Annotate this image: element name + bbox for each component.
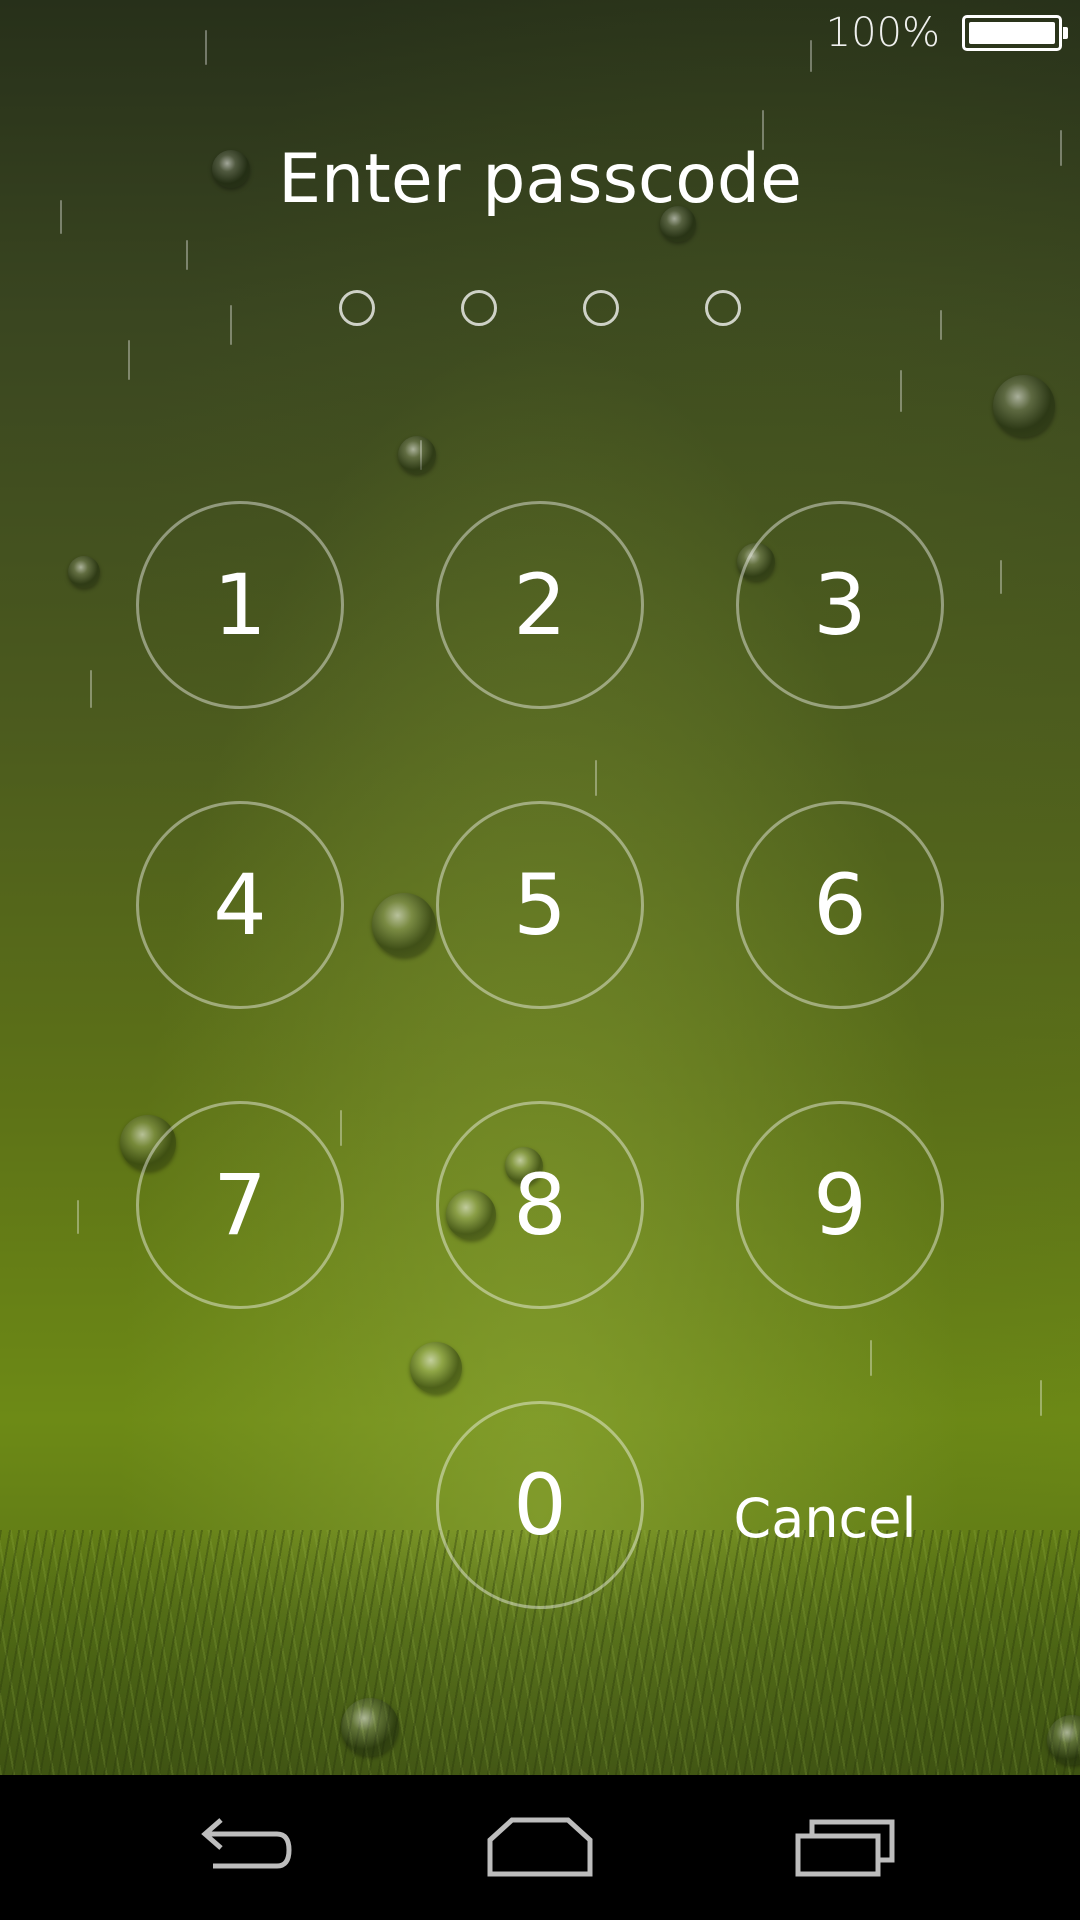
key-label: 0 — [513, 1456, 567, 1554]
key-8[interactable]: 8 — [436, 1101, 644, 1309]
key-9[interactable]: 9 — [736, 1101, 944, 1309]
rain-streak — [1000, 560, 1002, 594]
battery-fill — [969, 22, 1055, 44]
water-droplet — [68, 556, 100, 588]
battery-terminal — [1063, 27, 1068, 39]
key-label: 5 — [513, 856, 567, 954]
battery-percentage: 100% — [825, 10, 940, 56]
rain-streak — [90, 670, 92, 708]
home-button[interactable] — [465, 1797, 615, 1897]
rain-streak — [186, 240, 188, 270]
key-label: 8 — [513, 1156, 567, 1254]
water-droplet — [410, 1342, 462, 1394]
passcode-dot — [461, 290, 497, 326]
key-label: 2 — [513, 556, 567, 654]
key-label: 6 — [813, 856, 867, 954]
key-label: 1 — [213, 556, 267, 654]
key-7[interactable]: 7 — [136, 1101, 344, 1309]
passcode-dot — [583, 290, 619, 326]
status-bar: 100% — [0, 0, 1080, 70]
key-5[interactable]: 5 — [436, 801, 644, 1009]
navigation-bar — [0, 1775, 1080, 1920]
passcode-title: Enter passcode — [278, 140, 802, 219]
key-6[interactable]: 6 — [736, 801, 944, 1009]
battery-icon — [962, 15, 1068, 51]
key-0[interactable]: 0 — [436, 1401, 644, 1609]
rain-streak — [1040, 1380, 1042, 1416]
key-1[interactable]: 1 — [136, 501, 344, 709]
recent-apps-button[interactable] — [770, 1797, 920, 1897]
rain-streak — [230, 305, 232, 345]
rain-streak — [870, 1340, 872, 1376]
key-label: 3 — [813, 556, 867, 654]
rain-streak — [340, 1110, 342, 1146]
key-label: 4 — [213, 856, 267, 954]
recent-apps-icon — [795, 1819, 895, 1877]
home-icon — [487, 1817, 593, 1877]
rain-streak — [900, 370, 902, 412]
water-droplet — [398, 436, 436, 474]
passcode-dot — [705, 290, 741, 326]
key-label: 7 — [213, 1156, 267, 1254]
rain-streak — [77, 1200, 79, 1234]
key-4[interactable]: 4 — [136, 801, 344, 1009]
water-droplet — [372, 893, 436, 957]
rain-streak — [128, 340, 130, 380]
back-icon — [201, 1818, 292, 1869]
water-droplet — [341, 1698, 399, 1756]
key-label: 9 — [813, 1156, 867, 1254]
rain-streak — [940, 310, 942, 340]
rain-streak — [595, 760, 597, 796]
key-2[interactable]: 2 — [436, 501, 644, 709]
passcode-dot — [339, 290, 375, 326]
water-droplet — [993, 375, 1055, 437]
lock-screen: 100% Enter passcode 1 2 3 4 5 6 7 8 9 0 … — [0, 0, 1080, 1920]
cancel-button[interactable]: Cancel — [720, 1487, 930, 1551]
back-button[interactable] — [165, 1797, 315, 1897]
passcode-indicator — [339, 290, 741, 332]
key-3[interactable]: 3 — [736, 501, 944, 709]
